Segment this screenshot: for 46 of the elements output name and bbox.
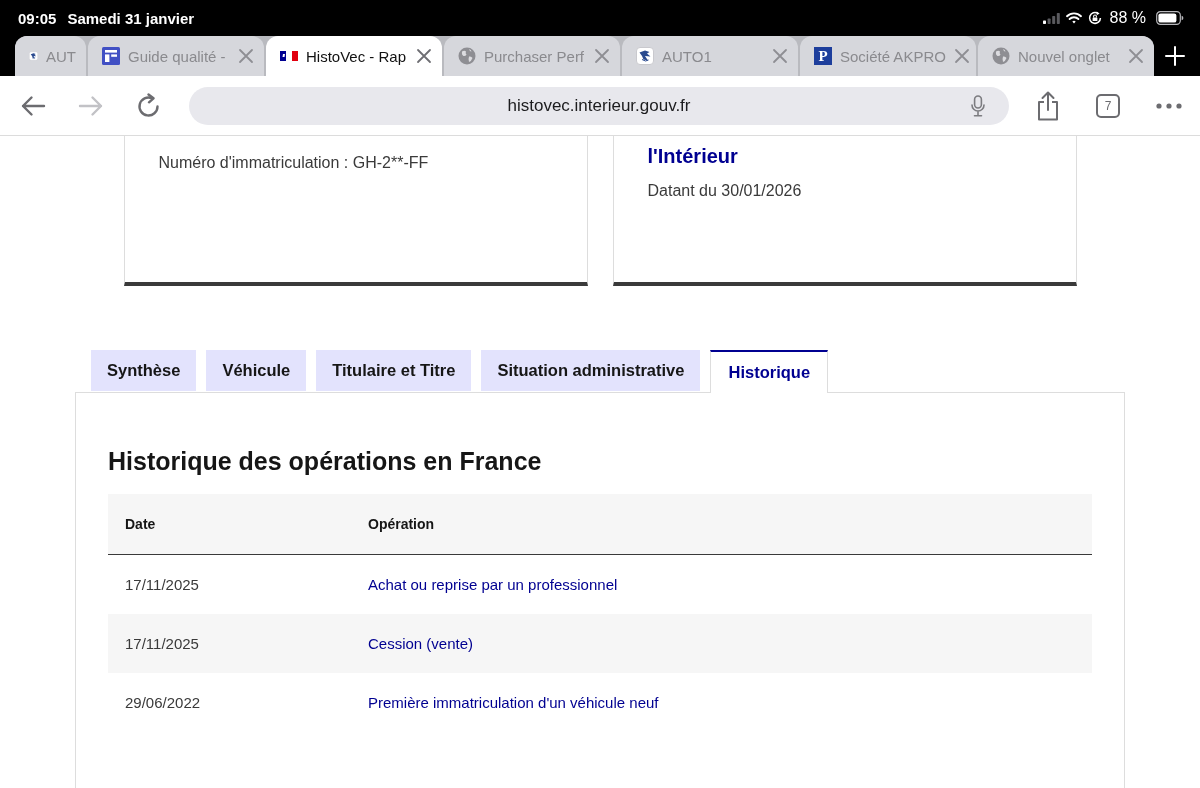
plus-icon[interactable] <box>1165 46 1185 66</box>
globe-icon <box>458 47 476 65</box>
reload-icon[interactable] <box>136 92 162 119</box>
date-cell: 29/06/2022 <box>108 673 351 732</box>
section-tab[interactable]: Titulaire et Titre <box>316 350 472 391</box>
close-icon[interactable] <box>953 48 970 64</box>
section-tab[interactable]: Historique <box>710 350 829 393</box>
date-cell: 17/11/2025 <box>108 554 351 614</box>
date-cell: 17/11/2025 <box>108 614 351 673</box>
share-icon[interactable] <box>1036 90 1060 121</box>
section-tab[interactable]: Situation administrative <box>481 350 701 391</box>
back-arrow-icon[interactable] <box>20 94 46 117</box>
column-header: Opération <box>351 494 1092 555</box>
section-heading: Historique des opérations en France <box>108 447 543 475</box>
site-logo: P <box>814 47 832 65</box>
status-date: Samedi 31 janvier <box>67 9 195 27</box>
battery-icon <box>1156 11 1184 25</box>
close-icon[interactable] <box>416 48 432 64</box>
wifi-icon <box>1065 12 1082 24</box>
section-tab[interactable]: Synthèse <box>91 350 197 391</box>
layout-icon <box>102 47 120 65</box>
more-icon[interactable] <box>1156 102 1182 109</box>
operation-link[interactable]: Première immatriculation d'un véhicule neuf <box>368 694 659 711</box>
address-field[interactable]: histovec.interieur.gouv.fr <box>189 86 1009 125</box>
globe-icon <box>992 47 1010 65</box>
operation-link[interactable]: Achat ou reprise par un professionnel <box>368 576 618 593</box>
status-time: 09:05 <box>18 9 57 27</box>
bird-logo-icon <box>636 47 654 65</box>
browser-tab[interactable]: P Société AKPRO <box>800 36 976 76</box>
operation-link[interactable]: Cession (vente) <box>368 635 474 652</box>
card-text: Numéro d'immatriculation : GH-2**-FF <box>158 153 430 173</box>
column-header: Date <box>108 494 351 555</box>
close-icon[interactable] <box>1128 48 1144 64</box>
tab-count-button[interactable]: 7 <box>1096 93 1120 118</box>
section-tab[interactable]: Véhicule <box>206 350 307 391</box>
card-title: l'Intérieur <box>647 144 739 169</box>
microphone-icon[interactable] <box>971 94 985 117</box>
close-icon[interactable] <box>594 48 610 64</box>
flag-icon <box>280 51 298 61</box>
close-icon[interactable] <box>238 48 254 64</box>
signal-icon <box>1042 12 1060 24</box>
close-icon[interactable] <box>772 48 788 64</box>
browser-tab[interactable]: HistoVec - Rap <box>266 36 442 76</box>
battery-percentage: 88 % <box>1109 9 1146 27</box>
rotation-lock-icon <box>1087 11 1102 25</box>
card-text: Datant du 30/01/2026 <box>647 181 803 201</box>
